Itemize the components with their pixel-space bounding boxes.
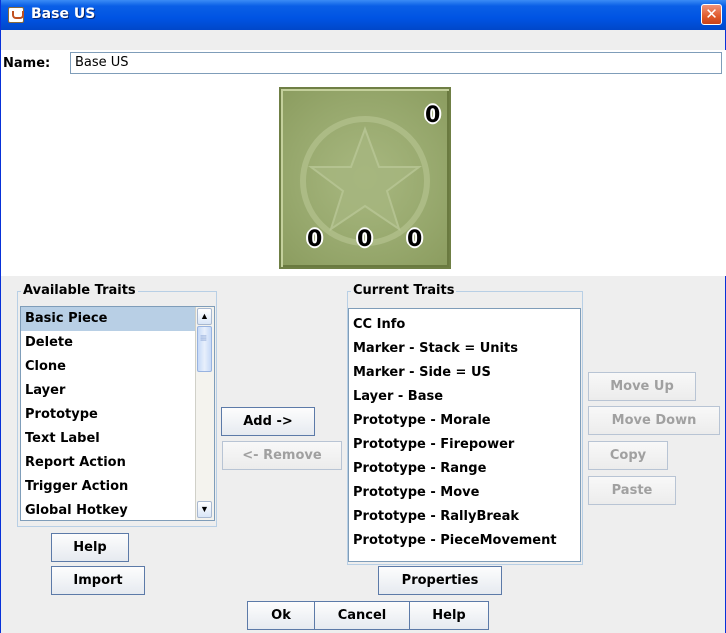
piece-top-right-value: 0 — [425, 103, 441, 128]
list-item[interactable]: Delete — [21, 331, 214, 355]
name-label: Name: — [3, 56, 51, 71]
close-button[interactable]: ✕ — [701, 4, 722, 25]
vertical-scrollbar[interactable]: ▲ ▼ — [195, 307, 214, 520]
list-item[interactable]: Prototype - Move — [349, 481, 580, 505]
piece-bottom-left-value: 0 — [307, 227, 323, 252]
import-button[interactable]: Import — [51, 566, 145, 595]
scroll-thumb[interactable] — [197, 326, 212, 372]
piece-bottom-center-value: 0 — [357, 227, 373, 252]
list-item[interactable]: CC Info — [349, 313, 580, 337]
list-item[interactable]: Prototype - Firepower — [349, 433, 580, 457]
current-traits-title: Current Traits — [351, 283, 457, 298]
current-traits-list[interactable]: CC Info Marker - Stack = Units Marker - … — [348, 308, 581, 562]
move-up-button[interactable]: Move Up — [588, 372, 696, 401]
java-icon — [8, 7, 24, 23]
name-input[interactable]: Base US — [70, 52, 722, 74]
scroll-up-icon[interactable]: ▲ — [197, 308, 212, 325]
list-item[interactable]: Prototype — [21, 403, 214, 427]
list-item[interactable]: Global Hotkey — [21, 499, 214, 520]
piece-bottom-right-value: 0 — [407, 227, 423, 252]
available-traits-title: Available Traits — [21, 283, 138, 298]
list-item[interactable]: Prototype - Morale — [349, 409, 580, 433]
list-item[interactable]: Clone — [21, 355, 214, 379]
close-icon: ✕ — [705, 5, 718, 23]
list-item[interactable]: Marker - Side = US — [349, 361, 580, 385]
list-item[interactable]: Trigger Action — [21, 475, 214, 499]
list-item[interactable]: Prototype - RallyBreak — [349, 505, 580, 529]
dialog-window: Base US ✕ Name: Base US 0 0 0 0 Availabl… — [0, 0, 726, 633]
piece-image: 0 0 0 0 — [279, 87, 451, 269]
cancel-button[interactable]: Cancel — [314, 601, 410, 630]
copy-button[interactable]: Copy — [588, 441, 668, 470]
list-item[interactable]: Prototype - PieceMovement — [349, 529, 580, 553]
add-button[interactable]: Add -> — [221, 407, 315, 436]
list-item[interactable]: Layer — [21, 379, 214, 403]
list-item[interactable]: Text Label — [21, 427, 214, 451]
list-item[interactable]: Layer - Base — [349, 385, 580, 409]
available-traits-list[interactable]: Basic Piece Delete Clone Layer Prototype… — [20, 306, 215, 521]
properties-button[interactable]: Properties — [378, 566, 502, 595]
help-button[interactable]: Help — [51, 533, 129, 562]
move-down-button[interactable]: Move Down — [588, 406, 720, 435]
paste-button[interactable]: Paste — [588, 476, 676, 505]
list-item[interactable]: Report Action — [21, 451, 214, 475]
list-item[interactable]: Basic Piece — [21, 307, 214, 331]
list-item[interactable]: Prototype - Range — [349, 457, 580, 481]
window-title: Base US — [31, 6, 96, 22]
list-item[interactable]: Marker - Stack = Units — [349, 337, 580, 361]
title-bar[interactable]: Base US ✕ — [1, 0, 726, 30]
ok-button[interactable]: Ok — [247, 601, 315, 630]
help-bottom-button[interactable]: Help — [409, 601, 489, 630]
remove-button[interactable]: <- Remove — [222, 441, 342, 470]
scroll-down-icon[interactable]: ▼ — [197, 501, 212, 518]
